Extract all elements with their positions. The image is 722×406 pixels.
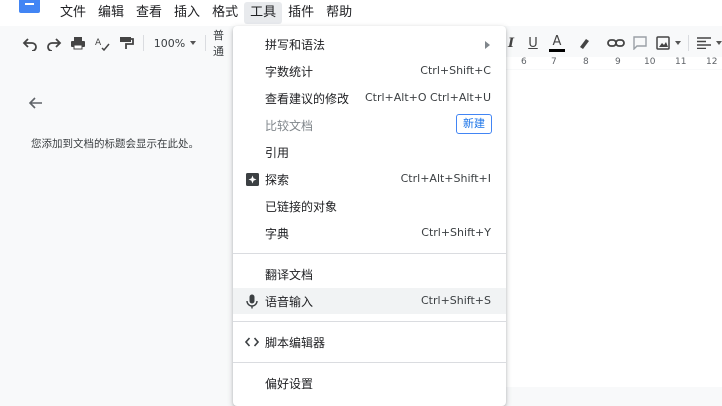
top-menu-bar: 文件 编辑 查看 插入 格式 工具 插件 帮助 [0,0,722,26]
menu-addons[interactable]: 插件 [282,2,320,24]
menu-format[interactable]: 格式 [206,2,244,24]
text-color-icon[interactable]: A [548,30,566,56]
menu-item-shortcut: Ctrl+Alt+Shift+I [400,172,491,185]
menu-item-review-suggested-edits[interactable]: 查看建议的修改 Ctrl+Alt+O Ctrl+Alt+U [233,85,506,111]
menu-item-translate-document[interactable]: 翻译文档 [233,261,506,287]
ruler-mark: 12 [706,57,718,67]
chevron-down-icon [715,41,722,45]
italic-icon[interactable]: I [505,30,517,56]
menu-item-shortcut: Ctrl+Alt+O Ctrl+Alt+U [364,91,491,104]
chevron-down-icon [190,41,197,45]
menu-item-dictionary[interactable]: 字典 Ctrl+Shift+Y [233,220,506,246]
menu-item-label: 偏好设置 [265,377,314,391]
menu-item-shortcut: Ctrl+Shift+C [420,64,491,77]
menu-item-label: 字典 [265,227,290,241]
svg-text:A: A [95,38,102,48]
menu-item-label: 引用 [265,146,290,160]
menu-item-linked-objects[interactable]: 已链接的对象 [233,193,506,219]
back-arrow-icon[interactable] [27,94,45,112]
menubar: 文件 编辑 查看 插入 格式 工具 插件 帮助 [54,0,358,26]
menu-item-label: 脚本编辑器 [265,336,326,350]
redo-icon[interactable] [44,30,64,56]
menu-item-label: 翻译文档 [265,268,314,282]
new-badge: 新建 [456,114,492,134]
underline-icon[interactable]: U [525,30,541,56]
code-icon [244,334,260,350]
menu-item-label: 已链接的对象 [265,200,338,214]
ruler-mark: 11 [675,57,687,67]
menu-divider [233,253,506,254]
menu-item-shortcut: Ctrl+Shift+Y [421,226,491,239]
docs-logo-icon[interactable] [19,0,40,13]
menu-insert[interactable]: 插入 [168,2,206,24]
paint-format-icon[interactable] [116,30,136,56]
paragraph-style-value: 普通 [213,29,224,58]
menu-tools[interactable]: 工具 [244,2,283,24]
explore-icon [244,171,260,187]
menu-item-voice-typing[interactable]: 语音输入 Ctrl+Shift+S [233,288,506,314]
spellcheck-icon[interactable]: A [92,30,112,56]
outline-hint: 您添加到文档的标题会显示在此处。 [31,138,199,150]
menu-item-label: 拼写和语法 [265,38,326,52]
ruler-mark: 8 [583,57,589,67]
menu-file[interactable]: 文件 [54,2,92,24]
tools-menu: 拼写和语法 字数统计 Ctrl+Shift+C 查看建议的修改 Ctrl+Alt… [233,26,506,406]
menu-item-preferences[interactable]: 偏好设置 [233,370,506,396]
menu-item-script-editor[interactable]: 脚本编辑器 [233,329,506,355]
undo-icon[interactable] [20,30,40,56]
menu-item-label: 探索 [265,173,290,187]
menu-help[interactable]: 帮助 [320,2,358,24]
menu-item-label: 查看建议的修改 [265,92,350,106]
microphone-icon [244,293,260,309]
menu-item-spelling-grammar[interactable]: 拼写和语法 [233,31,506,57]
ruler-mark: 7 [551,57,557,67]
submenu-arrow-icon [485,41,490,49]
document-outline-panel: 您添加到文档的标题会显示在此处。 [0,70,233,387]
highlight-color-icon[interactable] [575,30,593,56]
horizontal-ruler[interactable]: 6 7 8 9 10 11 12 [505,57,722,69]
menu-item-label: 比较文档 [265,119,314,133]
ruler-mark: 9 [615,57,621,67]
insert-image-icon[interactable] [654,30,682,56]
document-page[interactable] [505,70,722,387]
ruler-mark: 10 [644,57,656,67]
menu-view[interactable]: 查看 [130,2,168,24]
toolbar-divider [688,35,689,51]
zoom-select[interactable]: 100% [152,30,198,56]
menu-item-explore[interactable]: 探索 Ctrl+Alt+Shift+I [233,166,506,192]
add-comment-icon[interactable] [631,30,649,56]
print-icon[interactable] [68,30,88,56]
toolbar-divider [143,35,144,51]
chevron-down-icon [674,41,681,45]
align-icon[interactable] [696,30,722,56]
ruler-mark: 6 [521,57,527,67]
menu-item-label: 字数统计 [265,65,314,79]
toolbar-divider [205,35,206,51]
paragraph-style-select[interactable]: 普通 [213,29,233,58]
insert-link-icon[interactable] [606,30,626,56]
menu-item-word-count[interactable]: 字数统计 Ctrl+Shift+C [233,58,506,84]
menu-item-shortcut: Ctrl+Shift+S [421,294,491,307]
menu-item-label: 语音输入 [265,295,314,309]
menu-divider [233,362,506,363]
zoom-value: 100% [153,36,186,50]
menu-divider [233,321,506,322]
menu-item-compare-documents[interactable]: 比较文档 新建 [233,112,506,138]
menu-item-citations[interactable]: 引用 [233,139,506,165]
menu-edit[interactable]: 编辑 [92,2,130,24]
